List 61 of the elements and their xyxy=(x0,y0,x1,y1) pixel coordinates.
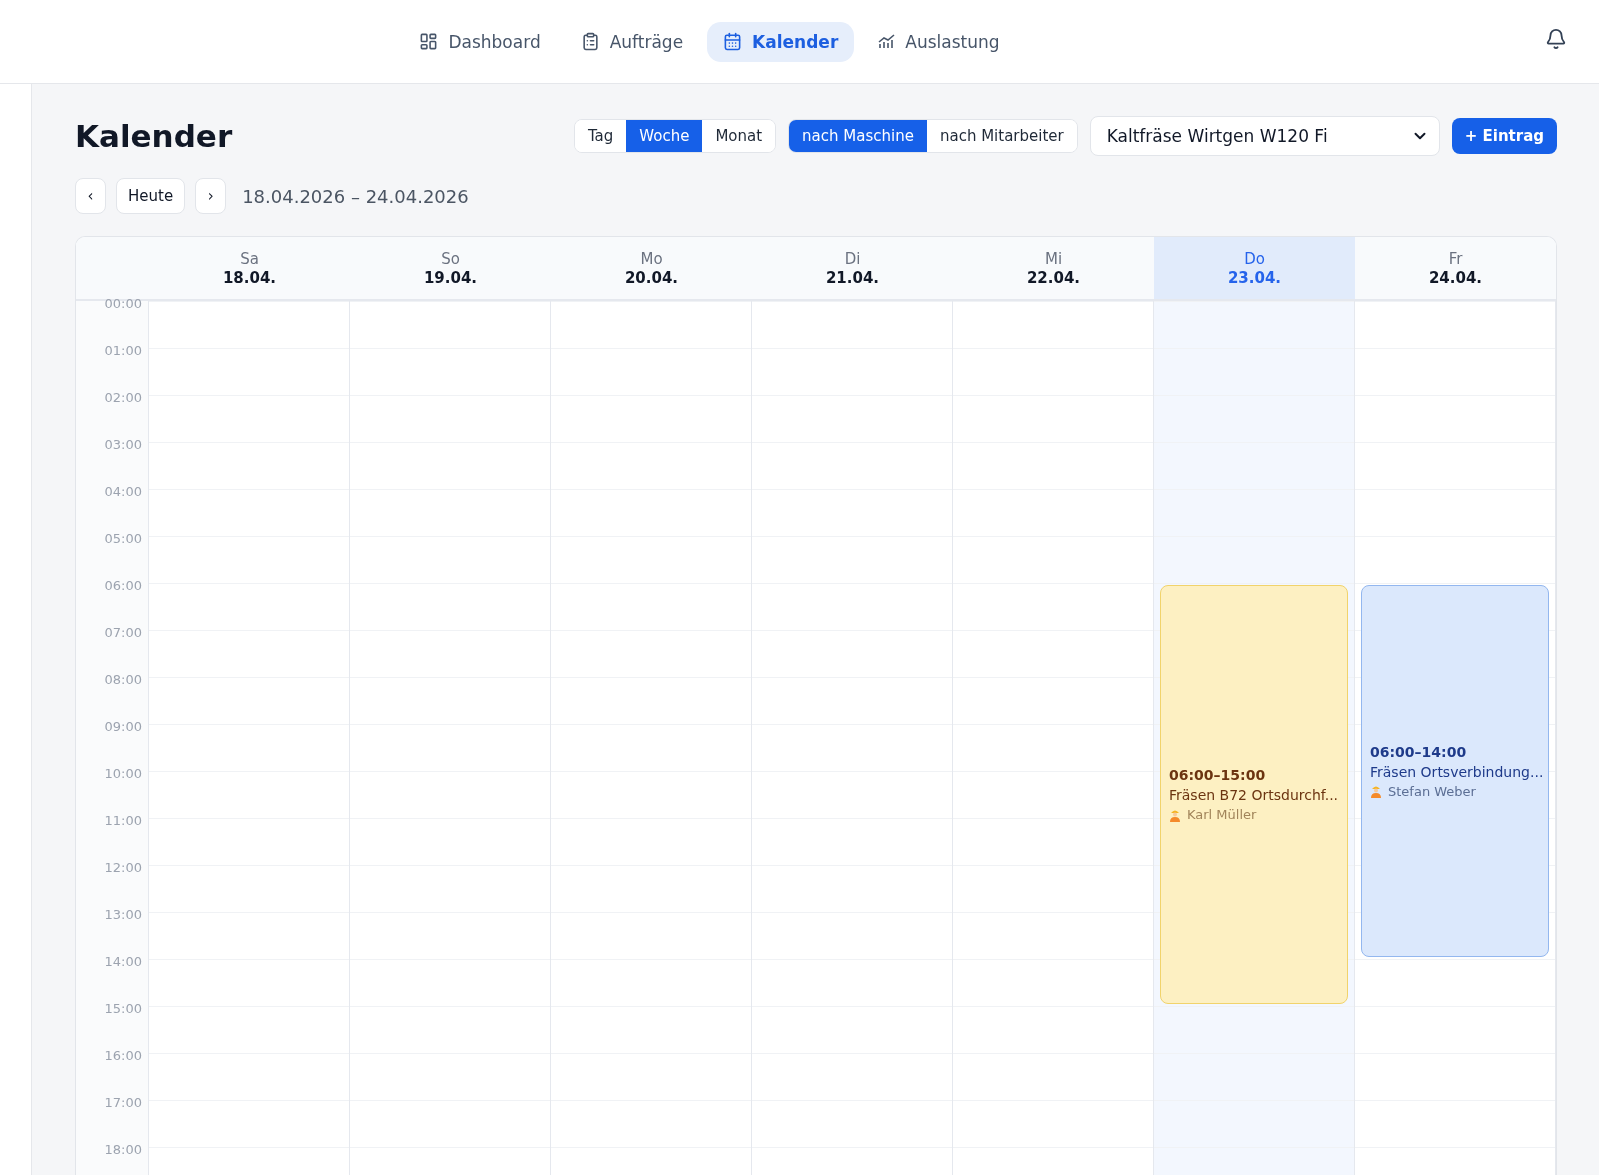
weekday-label: So xyxy=(441,249,460,268)
event-time: 06:00–15:00 xyxy=(1169,767,1267,783)
date-range: 18.04.2026 – 24.04.2026 xyxy=(242,185,469,207)
hour-label: 04:00 xyxy=(104,485,142,498)
hour-label: 00:00 xyxy=(104,297,142,310)
event-person: Karl Müller xyxy=(1187,807,1257,822)
nav-tab[interactable]: Dashboard xyxy=(403,21,557,62)
hour-label: 01:00 xyxy=(104,344,142,357)
nav-tab[interactable]: Auslastung xyxy=(862,21,1016,62)
hour-label: 16:00 xyxy=(104,1049,142,1062)
weekday-label: Di xyxy=(844,249,861,268)
worker-icon xyxy=(1370,784,1382,798)
weekday-label: Fr xyxy=(1448,249,1463,268)
add-entry-button[interactable]: + Eintrag xyxy=(1451,118,1557,154)
hour-label: 10:00 xyxy=(104,767,142,780)
date-label: 18.04. xyxy=(222,268,277,287)
notification-button[interactable] xyxy=(1545,28,1567,50)
event-card[interactable]: 06:00–15:00 Fräsen B72 Ortsdurchf... Karl Müller xyxy=(1160,585,1348,1004)
event-title: Fräsen B72 Ortsdurchf... xyxy=(1169,787,1339,803)
hour-label: 06:00 xyxy=(104,579,142,592)
hour-label: 08:00 xyxy=(104,673,142,686)
hour-label: 05:00 xyxy=(104,532,142,545)
event-time: 06:00–14:00 xyxy=(1370,743,1468,760)
weekday-label: Mo xyxy=(640,249,663,268)
hour-label: 14:00 xyxy=(104,955,142,968)
machine-select[interactable]: Kaltfräse Wirtgen W120 Fi xyxy=(1089,116,1440,156)
event-card[interactable]: 06:00–14:00 Fräsen Ortsverbindung... Stefan Weber xyxy=(1361,585,1549,957)
today-button[interactable]: Heute xyxy=(116,178,186,214)
page-title: Kalender xyxy=(75,118,233,154)
clipboard-icon xyxy=(580,32,600,51)
date-label: 19.04. xyxy=(423,268,478,287)
date-label: 22.04. xyxy=(1026,268,1081,287)
hour-label: 07:00 xyxy=(104,626,142,639)
hour-label: 17:00 xyxy=(104,1096,142,1109)
next-button[interactable]: › xyxy=(195,178,227,214)
event-title: Fräsen Ortsverbindung... xyxy=(1370,763,1540,780)
group-option[interactable]: nach Maschine xyxy=(789,120,927,152)
date-label: 23.04. xyxy=(1227,268,1282,287)
hour-label: 09:00 xyxy=(104,720,142,733)
date-label: 24.04. xyxy=(1428,268,1483,287)
hour-label: 03:00 xyxy=(104,438,142,451)
nav-tab[interactable]: Aufträge xyxy=(564,21,700,62)
previous-button[interactable]: ‹ xyxy=(75,178,106,214)
view-option[interactable]: Woche xyxy=(626,120,703,152)
nav-tab[interactable]: Kalender xyxy=(707,21,855,62)
dashboard-icon xyxy=(419,32,439,51)
hour-label: 18:00 xyxy=(104,1143,142,1156)
hour-label: 12:00 xyxy=(104,861,142,874)
chart-icon xyxy=(878,34,896,49)
weekday-label: Do xyxy=(1244,249,1265,268)
weekday-label: Mi xyxy=(1044,249,1063,268)
hour-label: 13:00 xyxy=(104,908,142,921)
hour-label: 11:00 xyxy=(104,814,142,827)
event-person: Stefan Weber xyxy=(1388,783,1476,799)
date-label: 20.04. xyxy=(624,268,679,287)
hour-label: 02:00 xyxy=(104,391,142,404)
bell-icon xyxy=(1545,28,1567,50)
calendar-icon xyxy=(723,32,743,51)
date-label: 21.04. xyxy=(825,268,880,287)
weekday-label: Sa xyxy=(240,249,259,268)
hour-label: 15:00 xyxy=(104,1002,142,1015)
